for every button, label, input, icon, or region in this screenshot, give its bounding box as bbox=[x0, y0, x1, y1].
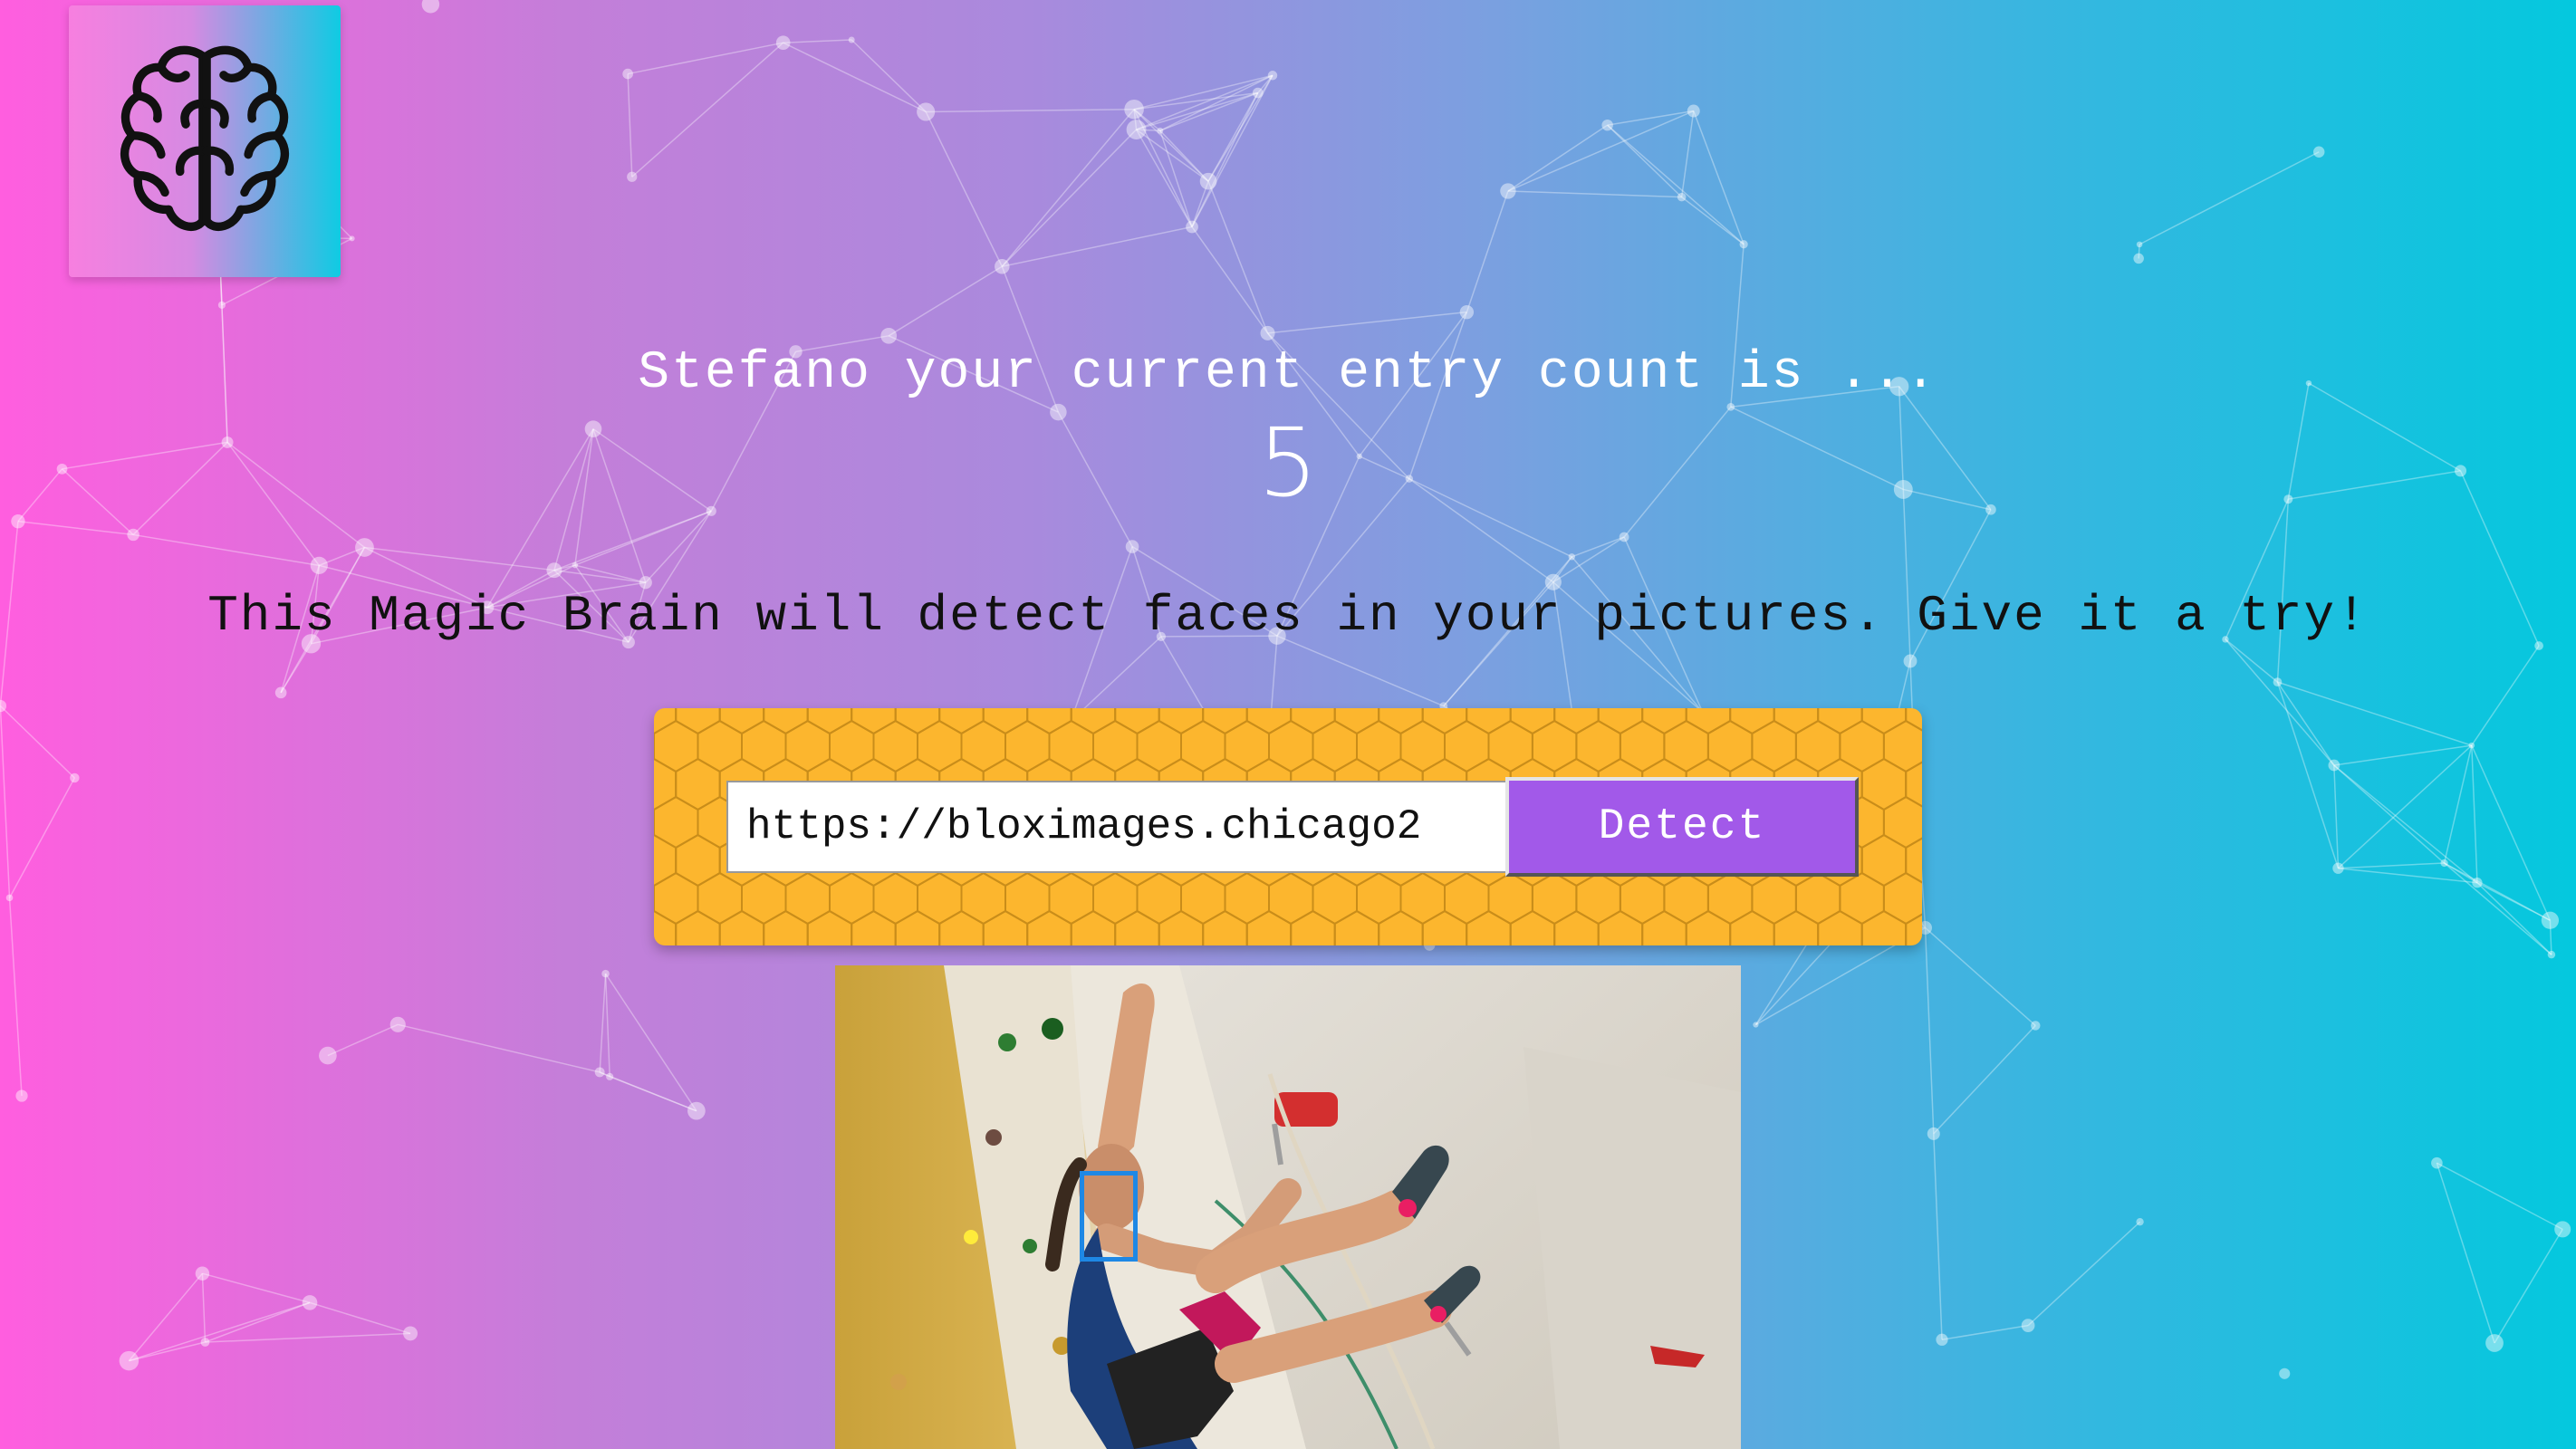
face-bounding-box bbox=[1080, 1171, 1138, 1262]
image-link-form: Detect bbox=[654, 708, 1922, 945]
climber-photo bbox=[835, 965, 1741, 1449]
app-tagline: This Magic Brain will detect faces in yo… bbox=[207, 587, 2369, 645]
logo-box[interactable] bbox=[69, 5, 341, 277]
detect-button[interactable]: Detect bbox=[1505, 777, 1859, 877]
entry-count-value: 5 bbox=[1257, 408, 1319, 518]
brain-icon bbox=[120, 45, 290, 232]
result-image bbox=[835, 965, 1741, 1449]
image-url-input[interactable] bbox=[726, 781, 1509, 873]
entry-count-text: Stefano your current entry count is ... bbox=[638, 344, 1938, 403]
